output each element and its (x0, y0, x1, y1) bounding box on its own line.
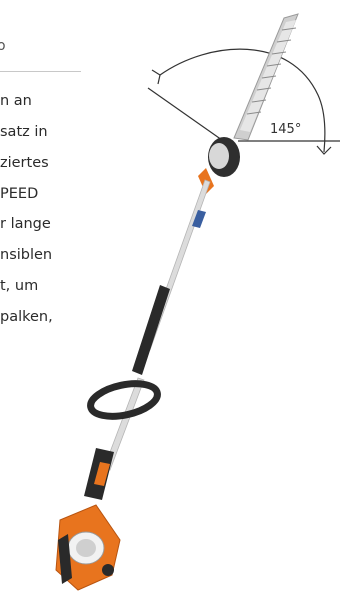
loop-handle (87, 380, 161, 420)
engine-body (55, 504, 121, 591)
shaft (103, 179, 211, 471)
hedge-trimmer-illustration: 145° (55, 13, 340, 591)
rear-handle (84, 448, 114, 500)
angle-label: 145° (270, 122, 301, 137)
